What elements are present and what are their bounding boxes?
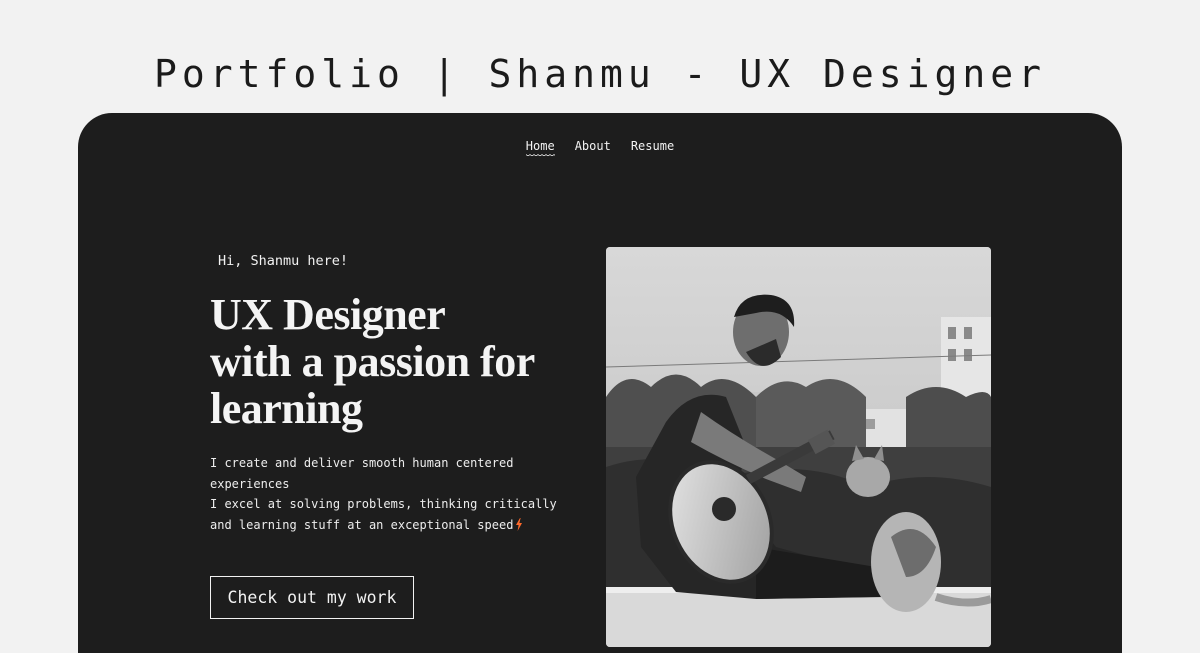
hero-bio: I create and deliver smooth human center… — [210, 453, 580, 537]
top-nav: Home About Resume — [78, 139, 1122, 158]
profile-photo — [606, 247, 991, 647]
check-out-work-button[interactable]: Check out my work — [210, 576, 414, 619]
nav-home-link[interactable]: Home — [525, 139, 555, 158]
headline-line-1: UX Designer — [210, 290, 446, 339]
nav-about-link[interactable]: About — [575, 139, 611, 157]
hero-greeting: Hi, Shanmu here! — [218, 253, 349, 269]
bio-line-2-text: I excel at solving problems, thinking cr… — [210, 497, 557, 532]
profile-photo-illustration — [606, 247, 991, 647]
bio-line-1: I create and deliver smooth human center… — [210, 456, 514, 491]
page-title: Portfolio | Shanmu - UX Designer — [153, 52, 1047, 96]
nav-resume-link[interactable]: Resume — [631, 139, 674, 157]
lightning-bolt-icon — [515, 517, 523, 538]
headline-line-3: learning — [210, 384, 363, 433]
hero-headline: UX Designer with a passion for learning — [210, 291, 590, 432]
bio-line-2: I excel at solving problems, thinking cr… — [210, 494, 580, 537]
headline-line-2: with a passion for — [210, 337, 535, 386]
portfolio-preview-card: Home About Resume Hi, Shanmu here! UX De… — [78, 113, 1122, 653]
